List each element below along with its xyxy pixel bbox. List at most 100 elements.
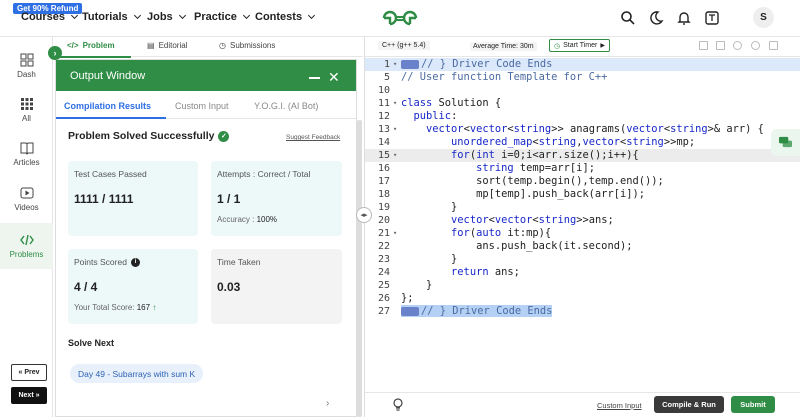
sidebar-item-label: All <box>22 114 31 123</box>
play-circle-icon: ▶ <box>600 43 605 49</box>
tab-editorial[interactable]: ▤ Editorial <box>147 41 187 50</box>
code-text: public: <box>413 110 458 122</box>
line-number: 23 <box>377 254 390 265</box>
folded-code-chip[interactable] <box>401 59 419 69</box>
info-icon[interactable]: i <box>130 257 140 267</box>
attempts-card: Attempts : Correct / Total 1 / 1 Accurac… <box>211 161 342 236</box>
avatar[interactable]: S <box>753 7 774 28</box>
code-line[interactable]: 20 vector<vector<string>>ans; <box>365 214 800 227</box>
code-line[interactable]: 23 } <box>365 253 800 266</box>
code-line[interactable]: 1 ▾ // } Driver Code Ends <box>365 58 800 71</box>
code-line[interactable]: 19 } <box>365 201 800 214</box>
sidebar-item-all[interactable]: All <box>0 97 53 123</box>
gfg-logo-icon[interactable] <box>380 8 420 28</box>
close-icon[interactable]: ✕ <box>328 69 340 86</box>
lightbulb-icon[interactable] <box>392 398 404 412</box>
code-text: // } Driver Code Ends <box>401 58 552 70</box>
code-text: } <box>401 279 433 291</box>
code-icon <box>19 234 34 246</box>
sidebar-item-problems[interactable]: Problems <box>0 223 53 269</box>
tab-compilation-results[interactable]: Compilation Results <box>64 101 151 111</box>
search-icon[interactable] <box>620 10 636 26</box>
translate-icon[interactable] <box>704 10 720 26</box>
line-number: 1 <box>383 59 390 70</box>
submit-button[interactable]: Submit <box>731 396 775 413</box>
fold-chevron-icon[interactable]: ▾ <box>393 97 397 110</box>
bell-icon[interactable] <box>676 10 692 26</box>
suggest-feedback-link[interactable]: Suggest Feedback <box>286 134 340 141</box>
sidebar-item-dash[interactable]: Dash <box>0 53 53 79</box>
fold-chevron-icon[interactable]: ▾ <box>393 149 397 162</box>
copy-icon[interactable] <box>699 41 708 50</box>
compile-run-button[interactable]: Compile & Run <box>654 396 724 413</box>
next-problem-chip[interactable]: Day 49 - Subarrays with sum K <box>70 364 204 383</box>
tab-problem[interactable]: </> Problem <box>67 41 115 50</box>
sidebar-item-articles[interactable]: Articles <box>0 141 53 167</box>
code-line[interactable]: 24 return ans; <box>365 266 800 279</box>
code-line[interactable]: 5 // User function Template for C++ <box>365 71 800 84</box>
start-timer-button[interactable]: ◷ Start Timer ▶ <box>549 39 610 52</box>
code-line[interactable]: 14 unordered_map<string,vector<string>>m… <box>365 136 800 149</box>
resize-handle-icon[interactable]: ◂▸ <box>356 207 372 223</box>
nav-label: Courses <box>21 11 66 23</box>
sidebar-item-label: Dash <box>17 70 36 79</box>
code-line[interactable]: 22 ans.push_back(it.second); <box>365 240 800 253</box>
code-text: mp[temp].push_back(arr[i]); <box>401 188 645 200</box>
tab-yogi-ai-bot[interactable]: Y.O.G.I. (AI Bot) <box>254 101 318 111</box>
prev-button[interactable]: « Prev <box>11 364 47 381</box>
sidebar-item-label: Problems <box>9 250 44 259</box>
fold-chevron-icon[interactable]: ▾ <box>393 58 397 71</box>
nav-jobs[interactable]: Jobs <box>147 11 186 23</box>
average-time: Average Time: 30m <box>470 42 537 51</box>
minimize-icon[interactable] <box>309 77 320 79</box>
line-number: 25 <box>377 280 390 291</box>
output-window-title: Output Window <box>70 69 146 82</box>
sidebar-item-videos[interactable]: Videos <box>0 186 53 212</box>
chat-icon[interactable] <box>771 129 800 156</box>
line-number: 22 <box>377 241 390 252</box>
language-select[interactable]: C++ (g++ 5.4) <box>378 41 430 50</box>
nav-practice[interactable]: Practice <box>194 11 250 23</box>
line-number: 13 <box>377 124 390 135</box>
code-line[interactable]: 21 ▾ for(auto it:mp){ <box>365 227 800 240</box>
book-icon <box>20 142 33 155</box>
code-line[interactable]: 18 mp[temp].push_back(arr[i]); <box>365 188 800 201</box>
code-area[interactable]: 1 ▾// } Driver Code Ends 5// User function… <box>365 58 800 346</box>
line-number: 10 <box>377 85 390 96</box>
custom-input-link[interactable]: Custom Input <box>597 401 642 410</box>
nav-contests[interactable]: Contests <box>255 11 316 23</box>
dark-mode-icon[interactable] <box>648 10 664 26</box>
accuracy-value: 100% <box>256 215 278 224</box>
editor-toolbar: C++ (g++ 5.4) Average Time: 30m ◷ Start … <box>365 37 800 57</box>
fold-chevron-icon[interactable]: ▾ <box>393 227 397 240</box>
solve-next-heading: Solve Next <box>68 338 115 348</box>
code-text: } <box>401 253 458 265</box>
nav-tutorials[interactable]: Tutorials <box>82 11 141 23</box>
collapse-sidebar-button[interactable]: › <box>48 46 62 60</box>
code-line[interactable]: 26}; <box>365 292 800 305</box>
tab-submissions[interactable]: ◷ Submissions <box>219 41 275 50</box>
code-line[interactable]: 17 sort(temp.begin(),temp.end()); <box>365 175 800 188</box>
folded-code-chip[interactable] <box>401 306 419 316</box>
code-line[interactable]: 25 } <box>365 279 800 292</box>
code-line[interactable]: 27 // } Driver Code Ends <box>365 305 800 318</box>
output-scrollbar[interactable] <box>357 120 362 417</box>
fullscreen-icon[interactable] <box>769 41 778 50</box>
next-button[interactable]: Next » <box>11 387 47 404</box>
gear-icon[interactable] <box>733 41 742 50</box>
code-line[interactable]: 13 ▾ vector<vector<string>> anagrams(vect… <box>365 123 800 136</box>
nav-courses[interactable]: Courses <box>21 11 79 23</box>
code-line[interactable]: 10 <box>365 84 800 97</box>
reset-icon[interactable] <box>751 41 760 50</box>
tab-custom-input[interactable]: Custom Input <box>175 101 229 111</box>
file-icon[interactable] <box>716 41 725 50</box>
code-line[interactable]: 16 string temp=arr[i]; <box>365 162 800 175</box>
start-timer-label: Start Timer <box>563 42 598 49</box>
fold-chevron-icon[interactable]: ▾ <box>393 123 397 136</box>
code-line[interactable]: 11 ▾ class Solution { <box>365 97 800 110</box>
code-line[interactable]: 15 ▾ for(int i=0;i<arr.size();i++){ <box>365 149 800 162</box>
code-line[interactable]: 12 public: <box>365 110 800 123</box>
nav-label: Contests <box>255 11 303 23</box>
active-tab-indicator <box>55 56 131 58</box>
chevron-right-icon[interactable]: › <box>326 398 329 409</box>
